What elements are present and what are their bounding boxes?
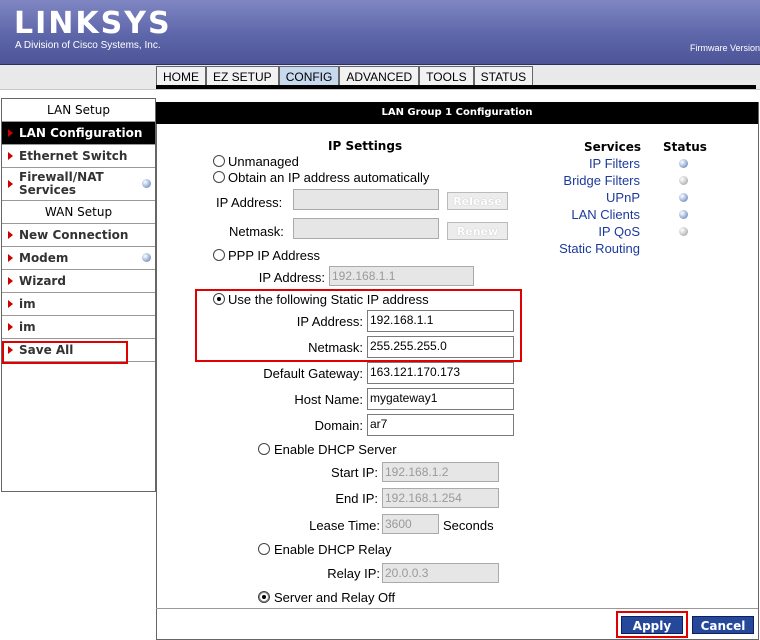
unmanaged-label: Unmanaged [228, 154, 299, 169]
auto-ip-input[interactable] [293, 189, 439, 210]
tab-advanced[interactable]: ADVANCED [339, 66, 420, 87]
logo-tagline: A Division of Cisco Systems, Inc. [15, 40, 161, 51]
sidebar-item-label: Modem [19, 251, 69, 265]
page-title: LAN Group 1 Configuration [156, 102, 758, 124]
sidebar-item-label: New Connection [19, 228, 129, 242]
dhcp-relay-label: Enable DHCP Relay [274, 542, 392, 557]
start-ip-label: Start IP: [331, 465, 378, 480]
footer-divider [156, 608, 758, 609]
obtain-auto-radio[interactable] [213, 171, 225, 183]
status-header: Status [663, 140, 707, 154]
status-disabled-icon [679, 227, 688, 236]
status-enabled-icon [679, 159, 688, 168]
sidebar-header-wan-setup: WAN Setup [2, 201, 155, 224]
auto-netmask-label: Netmask: [229, 224, 284, 239]
status-disabled-icon [679, 176, 688, 185]
sidebar-item-label: LAN Configuration [19, 126, 143, 140]
static-ip-radio[interactable] [213, 293, 225, 305]
lease-time-input[interactable]: 3600 [382, 514, 439, 534]
service-ip-filters-link[interactable]: IP Filters [540, 156, 640, 171]
status-dot-icon [142, 253, 151, 262]
nav-underline [156, 85, 756, 89]
sidebar-item-label: im [19, 320, 36, 334]
lease-time-label: Lease Time: [309, 518, 380, 533]
sidebar-header-lan-setup: LAN Setup [2, 99, 155, 122]
arrow-right-icon [8, 323, 13, 331]
static-ip-input[interactable]: 192.168.1.1 [367, 310, 514, 332]
arrow-right-icon [8, 277, 13, 285]
start-ip-input[interactable]: 192.168.1.2 [382, 462, 499, 482]
sidebar-item-label: im [19, 297, 36, 311]
services-header: Services [584, 140, 642, 154]
arrow-right-icon [8, 300, 13, 308]
ppp-radio[interactable] [213, 249, 225, 261]
sidebar-item-new-connection[interactable]: New Connection [2, 224, 155, 247]
hostname-input[interactable]: mygateway1 [367, 388, 514, 410]
static-ip-label: IP Address: [296, 314, 363, 329]
sidebar-item-label: Wizard [19, 274, 66, 288]
apply-button[interactable]: Apply [621, 616, 683, 634]
service-ip-qos-link[interactable]: IP QoS [540, 224, 640, 239]
static-netmask-label: Netmask: [308, 340, 363, 355]
auto-ip-label: IP Address: [216, 195, 283, 210]
sidebar-item-im-1[interactable]: im [2, 293, 155, 316]
sidebar-item-modem[interactable]: Modem [2, 247, 155, 270]
gateway-label: Default Gateway: [263, 366, 363, 381]
dhcp-relay-radio[interactable] [258, 543, 270, 555]
end-ip-label: End IP: [335, 491, 378, 506]
service-bridge-filters-link[interactable]: Bridge Filters [540, 173, 640, 188]
auto-netmask-input[interactable] [293, 218, 439, 239]
relay-ip-label: Relay IP: [327, 566, 380, 581]
sidebar-item-label: Firewall/NAT Services [19, 170, 104, 197]
seconds-label: Seconds [443, 518, 494, 533]
domain-label: Domain: [314, 418, 363, 433]
gateway-input[interactable]: 163.121.170.173 [367, 362, 514, 384]
ppp-ip-input[interactable]: 192.168.1.1 [329, 266, 474, 286]
arrow-right-icon [8, 129, 13, 137]
tab-ez-setup[interactable]: EZ SETUP [206, 66, 279, 87]
static-ip-option-label: Use the following Static IP address [228, 292, 429, 307]
server-relay-off-label: Server and Relay Off [274, 590, 396, 605]
unmanaged-radio[interactable] [213, 155, 225, 167]
tab-home[interactable]: HOME [156, 66, 206, 87]
service-upnp-link[interactable]: UPnP [540, 190, 640, 205]
arrow-right-icon [8, 231, 13, 239]
sidebar: LAN Setup LAN Configuration Ethernet Swi… [1, 98, 156, 492]
status-enabled-icon [679, 210, 688, 219]
status-enabled-icon [679, 193, 688, 202]
tab-tools[interactable]: TOOLS [419, 66, 474, 87]
sidebar-item-lan-configuration[interactable]: LAN Configuration [2, 122, 155, 145]
domain-input[interactable]: ar7 [367, 414, 514, 436]
ip-settings-header: IP Settings [328, 139, 403, 153]
sidebar-item-im-2[interactable]: im [2, 316, 155, 339]
status-dot-icon [142, 179, 151, 188]
tab-status[interactable]: STATUS [473, 66, 534, 87]
save-all-highlight [2, 341, 128, 364]
sidebar-item-label: Ethernet Switch [19, 149, 128, 163]
dhcp-server-label: Enable DHCP Server [274, 442, 397, 457]
release-button[interactable]: Release [447, 192, 508, 210]
end-ip-input[interactable]: 192.168.1.254 [382, 488, 499, 508]
dhcp-server-radio[interactable] [258, 443, 270, 455]
service-static-routing-link[interactable]: Static Routing [530, 241, 640, 256]
sidebar-item-ethernet-switch[interactable]: Ethernet Switch [2, 145, 155, 168]
ppp-label: PPP IP Address [228, 248, 321, 263]
service-lan-clients-link[interactable]: LAN Clients [540, 207, 640, 222]
hostname-label: Host Name: [294, 392, 363, 407]
firmware-version-label: Firmware Version [690, 43, 760, 53]
arrow-right-icon [8, 152, 13, 160]
cancel-button[interactable]: Cancel [692, 616, 754, 634]
linksys-logo: LINKSYS [14, 6, 172, 41]
server-relay-off-radio[interactable] [258, 591, 270, 603]
ppp-ip-label: IP Address: [258, 270, 325, 285]
sidebar-item-wizard[interactable]: Wizard [2, 270, 155, 293]
arrow-right-icon [8, 180, 13, 188]
renew-button[interactable]: Renew [447, 222, 508, 240]
tab-config[interactable]: CONFIG [278, 66, 340, 87]
sidebar-item-firewall-nat[interactable]: Firewall/NAT Services [2, 168, 155, 201]
arrow-right-icon [8, 254, 13, 262]
relay-ip-input[interactable]: 20.0.0.3 [382, 563, 499, 583]
static-netmask-input[interactable]: 255.255.255.0 [367, 336, 514, 358]
obtain-auto-label: Obtain an IP address automatically [228, 170, 430, 185]
